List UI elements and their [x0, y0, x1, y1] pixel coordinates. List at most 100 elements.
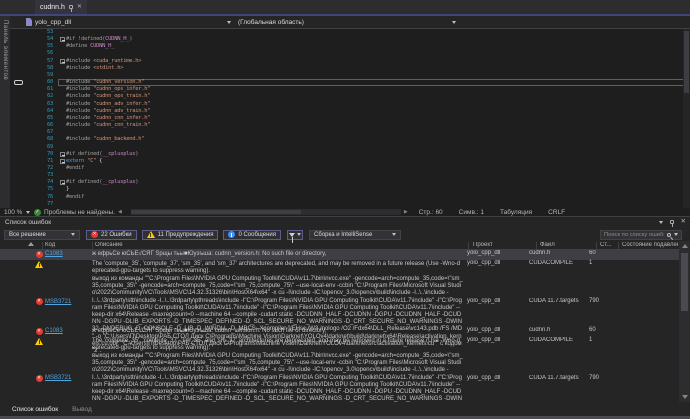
code-line-body[interactable]: #include "cudnn_version.h": [58, 79, 690, 86]
scrollbar-thumb[interactable]: [684, 31, 689, 93]
tab-cudnn-h[interactable]: cudnn.h ✕: [35, 0, 87, 14]
scroll-up-icon[interactable]: [682, 244, 688, 248]
breakpoint-margin[interactable]: [10, 79, 32, 86]
code-line-body[interactable]: #endif: [58, 194, 690, 201]
column-header-code[interactable]: Код: [45, 242, 55, 248]
editor-vertical-scrollbar[interactable]: [683, 29, 690, 208]
error-code-link[interactable]: C1083: [45, 250, 92, 257]
search-input[interactable]: Поиск по списку ошибок: [600, 230, 682, 240]
breakpoint-margin[interactable]: [10, 101, 32, 108]
scrollbar-thumb[interactable]: [681, 253, 688, 311]
code-line-body[interactable]: }: [58, 186, 690, 193]
close-icon[interactable]: ✕: [77, 4, 82, 10]
code-line-body[interactable]: [58, 129, 690, 136]
code-line-body[interactable]: extern "C" {: [58, 158, 690, 165]
column-header-line[interactable]: Ст...: [600, 242, 611, 248]
code-line-body[interactable]: #include "cudnn_backend.h": [58, 136, 690, 143]
scroll-left-icon[interactable]: ◀: [115, 209, 125, 215]
source-filter-dropdown[interactable]: Сборка и IntelliSense: [309, 230, 401, 240]
code-line-body[interactable]: #if !defined(CUDNN_H_): [58, 36, 690, 43]
error-code-link[interactable]: [45, 337, 92, 338]
breakpoint-margin[interactable]: [10, 151, 32, 158]
pin-icon[interactable]: [670, 220, 674, 224]
error-row[interactable]: ✕MSB3721выход из команды ""C:\Program Fi…: [0, 352, 679, 402]
code-line-body[interactable]: #define CUDNN_H_: [58, 43, 690, 50]
column-header-suppression[interactable]: Состояние подавлен...: [622, 242, 678, 248]
code-line-body[interactable]: [58, 29, 690, 36]
code-editor[interactable]: 5354#if !defined(CUDNN_H_)55#define CUDN…: [10, 29, 690, 208]
error-row[interactable]: The 'compute_35', 'compute_37', 'sm_35',…: [0, 260, 679, 275]
code-line-body[interactable]: #include <stdint.h>: [58, 65, 690, 72]
code-line-body[interactable]: #if defined(__cplusplus): [58, 179, 690, 186]
collapse-region-icon[interactable]: [60, 37, 65, 42]
scope-dropdown[interactable]: (Глобальная область): [238, 16, 304, 28]
column-header-description[interactable]: Описание: [95, 242, 123, 248]
breakpoint-margin[interactable]: [10, 122, 32, 129]
breakpoint-margin[interactable]: [10, 129, 32, 136]
error-code-link[interactable]: MSB3721: [45, 298, 92, 305]
collapse-region-icon[interactable]: [60, 159, 65, 164]
document-health-indicator[interactable]: ✓ Проблемы не найдены.: [34, 209, 115, 216]
breakpoint-margin[interactable]: [10, 72, 32, 79]
collapse-region-icon[interactable]: [60, 180, 65, 185]
chevron-down-icon[interactable]: [227, 21, 231, 24]
status-indent-mode[interactable]: Табуляция: [492, 209, 540, 216]
code-line-body[interactable]: #include "cudnn_ops_train.h": [58, 93, 690, 100]
filter-button[interactable]: [287, 230, 303, 240]
breakpoint-margin[interactable]: [10, 108, 32, 115]
editor-horizontal-scrollbar[interactable]: [131, 209, 401, 215]
scope-filter-dropdown[interactable]: Все решение: [4, 230, 80, 240]
toolbox-tab-label[interactable]: Панель элементов: [2, 20, 8, 80]
code-line-body[interactable]: #include "cudnn_adv_infer.h": [58, 101, 690, 108]
breakpoint-margin[interactable]: [10, 50, 32, 57]
warnings-filter-button[interactable]: 11 Предупреждения: [142, 230, 219, 240]
breakpoint-margin[interactable]: [10, 144, 32, 151]
code-line-body[interactable]: #include "cudnn_cnn_train.h": [58, 122, 690, 129]
breakpoint-margin[interactable]: [10, 58, 32, 65]
breakpoint-margin[interactable]: [10, 179, 32, 186]
breakpoint-margin[interactable]: [10, 186, 32, 193]
errorlist-vertical-scrollbar[interactable]: [679, 241, 690, 402]
breakpoint-margin[interactable]: [10, 165, 32, 172]
breakpoint-margin[interactable]: [10, 65, 32, 72]
tab-output[interactable]: Вывод: [72, 406, 92, 413]
code-line-body[interactable]: #endif: [58, 165, 690, 172]
error-row[interactable]: ✕C1083ж ефрьСе юСЬЕ√СЯГ Ѕрщы тьы■Юуэъша:…: [0, 327, 679, 337]
chevron-down-icon[interactable]: [452, 21, 456, 24]
error-code-link[interactable]: [45, 260, 92, 261]
breakpoint-margin[interactable]: [10, 29, 32, 36]
code-line-body[interactable]: [58, 72, 690, 79]
toolbox-tab-rail[interactable]: Панель элементов: [0, 16, 10, 216]
code-line-body[interactable]: #include "cudnn_cnn_infer.h": [58, 115, 690, 122]
column-header-file[interactable]: Файл: [540, 242, 555, 248]
breakpoint-margin[interactable]: [10, 172, 32, 179]
scroll-right-icon[interactable]: ▶: [401, 209, 411, 215]
pin-icon[interactable]: [69, 5, 73, 9]
column-header-project[interactable]: Проект: [473, 242, 493, 248]
code-line-body[interactable]: [58, 172, 690, 179]
breakpoint-margin[interactable]: [10, 86, 32, 93]
messages-filter-button[interactable]: 0 Сообщения: [223, 230, 281, 240]
severity-sort-icon[interactable]: [28, 242, 34, 246]
scrollbar-thumb[interactable]: [131, 210, 301, 214]
error-row[interactable]: ✕C1083ж ефрьСе юСЬЕ√СЯГ Ѕрщы тьы■Юуэъша:…: [0, 250, 679, 260]
error-row[interactable]: The 'compute_35', 'compute_37', 'sm_35',…: [0, 337, 679, 352]
chevron-down-icon[interactable]: [674, 233, 678, 236]
tab-error-list[interactable]: Список ошибок: [12, 406, 58, 413]
breakpoint-margin[interactable]: [10, 194, 32, 201]
code-line-body[interactable]: [58, 50, 690, 57]
zoom-dropdown[interactable]: 100 %: [0, 209, 34, 216]
window-position-icon[interactable]: [659, 221, 663, 224]
breakpoint-margin[interactable]: [10, 158, 32, 165]
collapse-region-icon[interactable]: [60, 152, 65, 157]
code-line-body[interactable]: #include "cudnn_adv_train.h": [58, 108, 690, 115]
scroll-down-icon[interactable]: [682, 395, 688, 399]
code-line-body[interactable]: [58, 201, 690, 208]
breakpoint-margin[interactable]: [10, 201, 32, 208]
breakpoint-margin[interactable]: [10, 43, 32, 50]
project-dropdown[interactable]: yolo_cpp_dll: [26, 16, 71, 28]
collapse-region-icon[interactable]: [60, 59, 65, 64]
breakpoint-margin[interactable]: [10, 115, 32, 122]
code-line-body[interactable]: #include <cuda_runtime.h>: [58, 58, 690, 65]
error-code-link[interactable]: MSB3721: [45, 374, 92, 381]
